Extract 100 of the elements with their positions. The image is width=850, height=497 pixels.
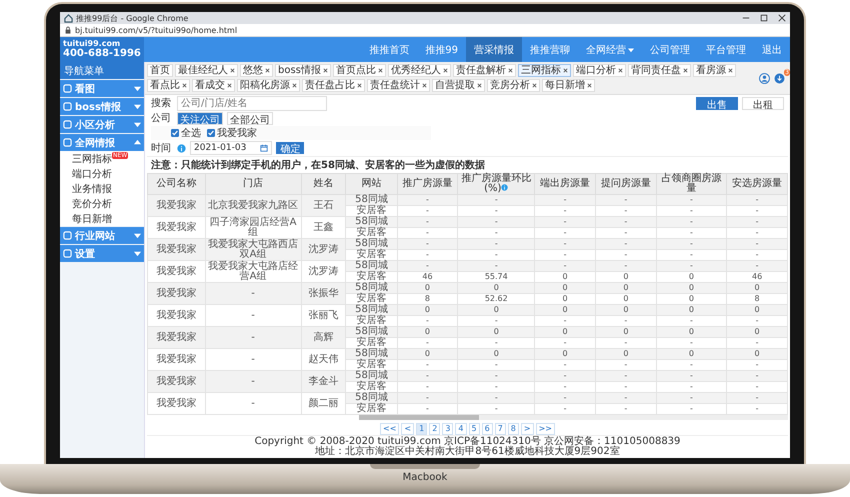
- close-icon[interactable]: [182, 83, 187, 88]
- tab[interactable]: 竞房分析: [487, 79, 540, 92]
- close-icon[interactable]: [587, 83, 592, 88]
- scrollbar-thumb[interactable]: [358, 415, 479, 420]
- page-button[interactable]: 5: [468, 423, 480, 435]
- confirm-button[interactable]: 确定: [276, 142, 304, 154]
- tab[interactable]: 首页: [147, 64, 173, 77]
- maximize-icon[interactable]: [760, 14, 768, 22]
- table-cell: 我爱我家: [148, 392, 206, 414]
- tab[interactable]: 首页点比: [332, 64, 386, 77]
- sidebar-subitem[interactable]: 每日新增: [60, 211, 144, 226]
- tab[interactable]: 责任盘统计: [367, 79, 430, 92]
- checkbox[interactable]: 我爱我家: [207, 126, 257, 140]
- close-icon[interactable]: [442, 68, 448, 73]
- close-icon[interactable]: [618, 68, 623, 73]
- tab[interactable]: 端口分析: [572, 64, 626, 77]
- column-header: 推广房源量环比(%): [458, 174, 535, 194]
- table-cell: -: [458, 370, 535, 382]
- table-cell: 我爱我家: [148, 216, 206, 238]
- table-cell: -: [656, 216, 727, 228]
- table-cell: -: [205, 392, 302, 414]
- table-cell: 0: [458, 348, 535, 360]
- tab[interactable]: 每日新增: [542, 79, 595, 92]
- calendar-icon: [260, 144, 268, 152]
- close-icon[interactable]: [422, 83, 427, 88]
- tab[interactable]: 优秀经纪人: [388, 64, 451, 77]
- table-cell: 58同城: [346, 348, 398, 360]
- close-icon[interactable]: [778, 14, 786, 22]
- checkbox[interactable]: 全选: [171, 126, 201, 140]
- square-icon: [63, 120, 72, 129]
- note-text: 注意：只能统计到绑定手机的用户，在58同城、安居客的一些为虚假的数据: [150, 158, 486, 172]
- tab[interactable]: 最佳经纪人: [175, 64, 238, 77]
- table-cell: 李金斗: [301, 370, 346, 392]
- sidebar-subitem[interactable]: 业务情报: [60, 181, 144, 196]
- table-cell: -: [656, 260, 727, 272]
- page-button[interactable]: 1: [416, 423, 428, 435]
- table-cell: 我爱我家: [148, 326, 206, 348]
- table-cell: 我爱我家: [148, 282, 206, 304]
- tab[interactable]: 看房源: [692, 64, 736, 77]
- close-icon[interactable]: [477, 83, 482, 88]
- tab[interactable]: 悠悠: [240, 64, 273, 77]
- date-field[interactable]: 2021-01-03: [190, 141, 272, 155]
- table-cell: 58同城: [346, 392, 398, 404]
- tab[interactable]: 看成交: [192, 79, 235, 92]
- table-cell: 58同城: [346, 326, 398, 338]
- page-button[interactable]: <: [401, 423, 414, 435]
- close-icon[interactable]: [322, 68, 328, 73]
- page-button[interactable]: 7: [494, 423, 506, 435]
- page-button[interactable]: 6: [482, 423, 493, 435]
- tab[interactable]: 背同责任盘: [628, 64, 691, 77]
- tab[interactable]: boss情报: [275, 64, 331, 77]
- close-icon[interactable]: [292, 83, 297, 88]
- company-label: 公司: [151, 112, 172, 125]
- table-cell: 0: [656, 282, 727, 294]
- table-cell: -: [458, 260, 535, 272]
- close-icon[interactable]: [728, 68, 733, 73]
- table-cell: -: [205, 348, 302, 370]
- page-button[interactable]: 2: [429, 423, 440, 435]
- close-icon[interactable]: [378, 68, 383, 73]
- mode-button[interactable]: 出租: [742, 96, 784, 110]
- sidebar-subitem[interactable]: 竞价分析: [60, 196, 144, 211]
- address-bar[interactable]: bj.tuitui99.com/v5/?tuitui99o/home.html: [75, 26, 238, 34]
- company-option[interactable]: 关注公司: [177, 112, 223, 124]
- page-button[interactable]: >>: [536, 423, 555, 435]
- close-icon[interactable]: [357, 83, 362, 88]
- close-icon[interactable]: [508, 68, 513, 73]
- tab[interactable]: 责任盘解析: [452, 64, 516, 77]
- table-cell: 赵天伟: [301, 348, 346, 370]
- tab[interactable]: 责任盘占比: [302, 79, 365, 92]
- column-header: 网站: [346, 174, 398, 194]
- tab[interactable]: 自营提取: [432, 79, 485, 92]
- table-cell: 沈罗涛: [301, 238, 346, 260]
- tab[interactable]: 三网指标: [518, 64, 571, 77]
- page-button[interactable]: 8: [508, 423, 519, 435]
- close-icon[interactable]: [227, 83, 232, 88]
- close-icon[interactable]: [230, 68, 235, 73]
- search-field[interactable]: 公司/门店/姓名: [177, 96, 327, 110]
- table-cell: 0: [656, 326, 727, 338]
- close-icon[interactable]: [532, 83, 537, 88]
- company-option[interactable]: 全部公司: [227, 112, 273, 124]
- nav-item[interactable]: 营采情报: [466, 37, 522, 62]
- tab[interactable]: 阳稿化房源: [237, 79, 300, 92]
- close-icon[interactable]: [562, 68, 568, 73]
- close-icon[interactable]: [682, 68, 688, 73]
- page-button[interactable]: >: [520, 423, 534, 435]
- page-button[interactable]: 4: [455, 423, 466, 435]
- table-cell: 张振华: [301, 282, 346, 304]
- download-icon[interactable]: [774, 72, 785, 84]
- user-icon[interactable]: [759, 72, 770, 84]
- page-button[interactable]: <<: [380, 423, 400, 435]
- table-cell: 沈罗涛: [301, 260, 346, 282]
- mode-button[interactable]: 出售: [696, 96, 738, 110]
- table-cell: -: [458, 238, 535, 250]
- table-cell: 58同城: [346, 260, 398, 272]
- table-cell: 四子湾家园店经营A组: [205, 216, 302, 238]
- sidebar-subitem[interactable]: 端口分析: [60, 166, 144, 181]
- time-label: 时间: [151, 142, 172, 155]
- close-icon[interactable]: [265, 68, 270, 73]
- page-button[interactable]: 3: [442, 423, 454, 435]
- tab[interactable]: 看点比: [147, 79, 190, 92]
